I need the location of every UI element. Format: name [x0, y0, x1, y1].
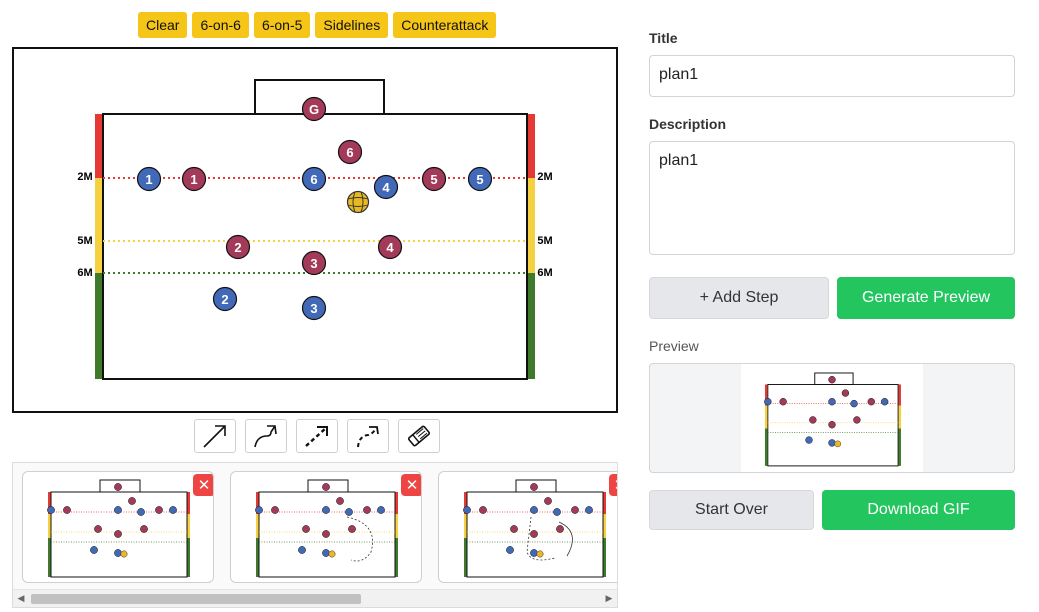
court-canvas[interactable]: 2M 5M 6M 2M 5M 6M 1 2 3 4 5 6 G 1 2 3 4 …: [12, 47, 618, 413]
mini-court: [47, 479, 190, 578]
svg-text:1: 1: [145, 172, 152, 187]
svg-text:3: 3: [310, 301, 317, 316]
eraser-tool-button[interactable]: [398, 419, 440, 453]
field-boundary: [102, 113, 528, 380]
svg-text:4: 4: [382, 180, 390, 195]
mini-court: [255, 479, 398, 578]
svg-text:5: 5: [476, 172, 483, 187]
svg-text:1: 1: [190, 172, 197, 187]
title-input[interactable]: plan1: [649, 55, 1015, 97]
red-player-3[interactable]: 3: [301, 250, 327, 276]
label-2m-left: 2M: [77, 171, 92, 183]
step-thumbnail-2: [255, 479, 398, 578]
description-textarea[interactable]: plan1: [649, 141, 1015, 255]
mini-court: [764, 372, 901, 467]
label-5m-left: 5M: [77, 235, 92, 247]
remove-step-1-button[interactable]: ✕: [193, 474, 213, 496]
eraser-icon: [407, 425, 431, 447]
dashed-arrow-icon: [305, 426, 328, 447]
label-5m-right: 5M: [537, 235, 552, 247]
right-5m-marker: [528, 178, 535, 273]
left-6m-marker: [95, 273, 102, 379]
red-player-2[interactable]: 2: [225, 234, 251, 260]
label-6m-left: 6M: [77, 267, 92, 279]
preset-sidelines-button[interactable]: Sidelines: [315, 12, 389, 38]
horizontal-scrollbar[interactable]: ◀ ▶: [13, 589, 617, 607]
label-6m-right: 6M: [537, 267, 552, 279]
court-drawing[interactable]: 2M 5M 6M 2M 5M 6M 1 2 3 4 5 6 G 1 2 3 4 …: [14, 49, 616, 411]
straight-arrow-icon: [203, 425, 226, 448]
scroll-right-arrow-icon[interactable]: ▶: [602, 590, 616, 607]
label-2m-right: 2M: [537, 171, 552, 183]
download-gif-button[interactable]: Download GIF: [822, 490, 1015, 530]
step-card-2[interactable]: ✕: [230, 471, 422, 583]
steps-strip[interactable]: ✕ ✕ ✕ ◀ ▶: [12, 462, 618, 608]
dashed-curved-arrow-icon: [357, 426, 379, 448]
preset-toolbar: Clear 6-on-6 6-on-5 Sidelines Counteratt…: [138, 12, 497, 38]
svg-text:5: 5: [430, 172, 437, 187]
right-6m-marker: [528, 273, 535, 379]
step-card-3[interactable]: ✕: [438, 471, 617, 583]
dashed-curved-arrow-tool-button[interactable]: [347, 419, 389, 453]
red-player-4[interactable]: 4: [377, 234, 403, 260]
preview-label: Preview: [649, 338, 699, 354]
straight-arrow-tool-button[interactable]: [194, 419, 236, 453]
scrollbar-thumb[interactable]: [31, 594, 361, 604]
blue-player-5[interactable]: 5: [467, 166, 493, 192]
preview-image: [741, 364, 923, 472]
preview-box: [649, 363, 1015, 473]
preset-6-on-6-button[interactable]: 6-on-6: [192, 12, 249, 38]
blue-player-6[interactable]: 6: [301, 166, 327, 192]
svg-text:3: 3: [310, 256, 317, 271]
goalkeeper[interactable]: G: [301, 96, 327, 122]
dashed-arrow-tool-button[interactable]: [296, 419, 338, 453]
svg-text:4: 4: [386, 240, 394, 255]
preset-clear-button[interactable]: Clear: [138, 12, 188, 38]
blue-player-4[interactable]: 4: [373, 174, 399, 200]
step-card-1[interactable]: ✕: [22, 471, 214, 583]
step-thumbnail-1: [47, 479, 190, 578]
title-label: Title: [649, 30, 678, 46]
ball-icon[interactable]: [346, 190, 370, 214]
red-player-5[interactable]: 5: [421, 166, 447, 192]
red-player-6[interactable]: 6: [337, 139, 363, 165]
add-step-button[interactable]: + Add Step: [649, 277, 829, 319]
preset-6-on-5-button[interactable]: 6-on-5: [253, 12, 311, 38]
svg-text:G: G: [309, 102, 319, 117]
blue-player-1[interactable]: 1: [136, 166, 162, 192]
blue-player-2[interactable]: 2: [212, 286, 238, 312]
svg-text:2: 2: [221, 292, 228, 307]
remove-step-3-button[interactable]: ✕: [609, 474, 617, 496]
right-2m-marker: [528, 114, 535, 178]
svg-text:6: 6: [310, 172, 317, 187]
left-5m-marker: [95, 178, 102, 273]
step-thumbnail-3: [463, 479, 606, 578]
description-label: Description: [649, 116, 727, 132]
curved-arrow-tool-button[interactable]: [245, 419, 287, 453]
blue-player-3[interactable]: 3: [301, 295, 327, 321]
left-2m-marker: [95, 114, 102, 178]
svg-text:6: 6: [346, 145, 353, 160]
remove-step-2-button[interactable]: ✕: [401, 474, 421, 496]
preset-counterattack-button[interactable]: Counterattack: [393, 12, 497, 38]
red-player-1[interactable]: 1: [181, 166, 207, 192]
curved-arrow-icon: [254, 425, 277, 448]
scroll-left-arrow-icon[interactable]: ◀: [14, 590, 28, 607]
preview-court: [764, 372, 901, 467]
svg-text:2: 2: [234, 240, 241, 255]
start-over-button[interactable]: Start Over: [649, 490, 814, 530]
generate-preview-button[interactable]: Generate Preview: [837, 277, 1015, 319]
mini-court: [463, 479, 606, 578]
drawing-toolbar: [194, 419, 440, 453]
